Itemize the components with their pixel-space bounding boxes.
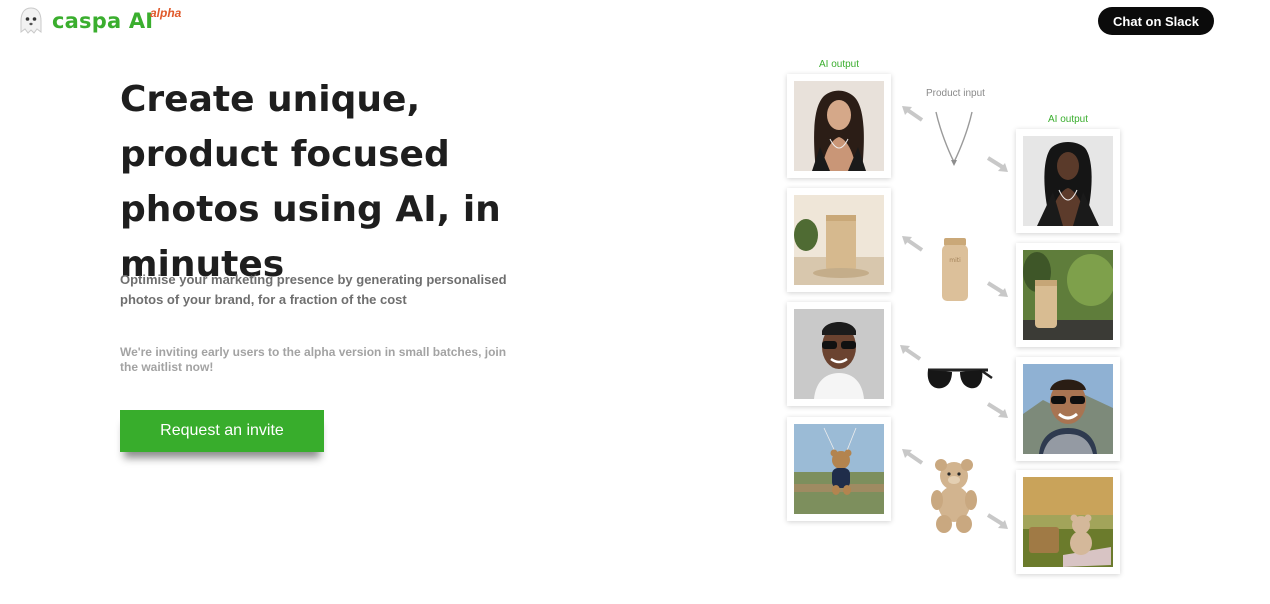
arrow-left-icon	[900, 104, 926, 124]
ai-output-photo-sunglasses-right	[1016, 357, 1120, 461]
ai-output-photo-necklace-left	[787, 74, 891, 178]
sunglasses-icon	[927, 368, 993, 389]
woman-necklace-image-2	[1023, 136, 1113, 226]
product-bottle: miti	[938, 236, 972, 304]
logo[interactable]: caspa AI alpha	[18, 4, 181, 38]
ai-output-photo-bottle-left	[787, 188, 891, 292]
bottle-table-image	[794, 195, 884, 285]
hero-subtitle: Optimise your marketing presence by gene…	[120, 272, 507, 307]
ai-output-photo-bottle-right	[1016, 243, 1120, 347]
bottle-icon: miti	[942, 238, 968, 301]
request-invite-button[interactable]: Request an invite	[120, 410, 324, 452]
arrow-right-icon	[984, 400, 1010, 420]
teddy-picnic-image	[1023, 477, 1113, 567]
waitlist-note: We're inviting early users to the alpha …	[120, 345, 507, 374]
alpha-badge: alpha	[150, 6, 182, 20]
arrow-left-icon	[900, 234, 926, 254]
product-necklace	[932, 110, 976, 168]
brand-name: caspa AI	[52, 9, 154, 33]
teddy-bear-icon	[931, 459, 977, 533]
bottle-plants-image	[1023, 250, 1113, 340]
ai-output-photo-teddy-left	[787, 417, 891, 521]
necklace-icon	[935, 111, 973, 166]
arrow-left-icon	[898, 343, 924, 363]
woman-necklace-image	[794, 81, 884, 171]
ai-output-label-right: AI output	[1047, 114, 1089, 125]
hero-title: Create unique, product focused photos us…	[120, 79, 501, 285]
arrow-right-icon	[984, 154, 1010, 174]
man-sunglasses-image	[794, 309, 884, 399]
man-sunglasses-outdoor-image	[1023, 364, 1113, 454]
ghost-logo-icon	[20, 7, 42, 34]
ai-output-photo-teddy-right	[1016, 470, 1120, 574]
arrow-right-icon	[984, 279, 1010, 299]
ai-output-label-left: AI output	[818, 59, 860, 70]
ai-output-photo-sunglasses-left	[787, 302, 891, 406]
svg-text:miti: miti	[949, 257, 961, 264]
ai-output-photo-necklace-right	[1016, 129, 1120, 233]
arrow-left-icon	[900, 447, 926, 467]
product-teddy-bear	[928, 456, 980, 534]
product-sunglasses	[924, 364, 994, 398]
arrow-right-icon	[984, 511, 1010, 531]
teddy-parachute-image	[794, 424, 884, 514]
product-input-label: Product input	[926, 88, 985, 99]
chat-on-slack-button[interactable]: Chat on Slack	[1098, 7, 1214, 35]
